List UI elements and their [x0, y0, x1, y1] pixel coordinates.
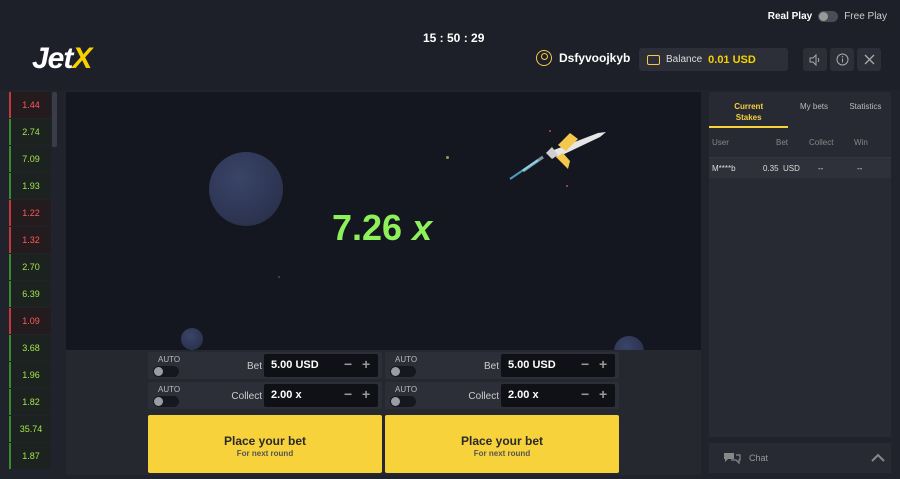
bet-row: AUTO Bet 5.00 USD − +	[385, 352, 619, 379]
bet-amount-input[interactable]: 5.00 USD	[501, 354, 615, 377]
stake-bet: 0.35	[763, 164, 779, 173]
history-multiplier: 1.32	[9, 227, 51, 253]
auto-label: AUTO	[395, 385, 418, 394]
jetx-logo: JetX	[32, 42, 92, 75]
decrease-bet-button[interactable]: −	[581, 356, 589, 372]
star	[566, 185, 568, 187]
planet-small	[181, 328, 203, 350]
auto-collect-toggle[interactable]	[390, 396, 416, 407]
collect-multiplier-input[interactable]: 2.00 x	[264, 384, 378, 407]
current-multiplier: 7.26 x	[332, 207, 433, 248]
bet-amount-input[interactable]: 5.00 USD	[264, 354, 378, 377]
top-bar: JetX 15 : 50 : 29 Real Play Free Play Ds…	[0, 0, 900, 90]
stake-collect: --	[818, 164, 824, 173]
history-multiplier: 1.96	[9, 362, 51, 388]
increase-collect-button[interactable]: +	[599, 386, 607, 402]
auto-collect-toggle[interactable]	[153, 396, 179, 407]
auto-bet-toggle[interactable]	[153, 366, 179, 377]
balance-box: Balance 0.01 USD	[639, 48, 788, 71]
increase-collect-button[interactable]: +	[362, 386, 370, 402]
history-scrollbar[interactable]	[52, 92, 57, 147]
col-win: Win	[854, 138, 868, 147]
auto-label: AUTO	[158, 355, 181, 364]
history-multiplier: 3.68	[9, 335, 51, 361]
planet-large	[209, 152, 283, 226]
bet-box-2: AUTO Bet 5.00 USD − + AUTO Collect 2.00 …	[385, 352, 619, 473]
bet-panel: AUTO Bet 5.00 USD − + AUTO Collect 2.00 …	[66, 350, 701, 475]
history-multiplier: 1.44	[9, 92, 51, 118]
tab-current-stakes[interactable]: Current Stakes	[709, 92, 789, 128]
wallet-icon	[647, 54, 660, 65]
history-multiplier: 1.87	[9, 443, 51, 469]
bet-box-1: AUTO Bet 5.00 USD − + AUTO Collect 2.00 …	[148, 352, 382, 473]
info-icon[interactable]	[830, 48, 854, 71]
collect-label: Collect	[468, 391, 499, 402]
place-bet-label: Place your bet	[460, 434, 544, 448]
stake-win: --	[857, 164, 863, 173]
play-mode-switch[interactable]: Real Play Free Play	[768, 11, 887, 22]
history-multiplier: 35.74	[9, 416, 51, 442]
col-collect: Collect	[809, 138, 834, 147]
stake-user: M****b	[712, 164, 736, 173]
close-icon[interactable]	[857, 48, 881, 71]
play-mode-toggle[interactable]	[818, 11, 839, 22]
history-multiplier: 7.09	[9, 146, 51, 172]
clock: 15 : 50 : 29	[423, 31, 485, 45]
chat-icon	[724, 453, 741, 465]
history-multiplier: 2.70	[9, 254, 51, 280]
free-play-label: Free Play	[844, 11, 887, 22]
table-row: M****b 0.35 USD -- --	[709, 158, 891, 178]
col-bet: Bet	[776, 138, 789, 147]
auto-label: AUTO	[395, 355, 418, 364]
place-bet-button[interactable]: Place your bet For next round	[148, 415, 382, 473]
history-multiplier: 1.82	[9, 389, 51, 415]
username: Dsfyvoojkyb	[559, 51, 631, 65]
multiplier-history: 1.44 2.74 7.09 1.93 1.22 1.32 2.70 6.39 1.09 3.68…	[9, 92, 51, 479]
star	[278, 276, 280, 278]
bet-label: Bet	[483, 361, 499, 372]
user-info: Dsfyvoojkyb	[536, 50, 630, 66]
decrease-bet-button[interactable]: −	[344, 356, 352, 372]
balance-value: 0.01 USD	[708, 53, 756, 66]
real-play-label: Real Play	[767, 11, 813, 22]
chat-label: Chat	[749, 453, 769, 463]
stakes-tabs: Current Stakes My bets Statistics	[709, 92, 891, 128]
jetx-game-app: JetX 15 : 50 : 29 Real Play Free Play Ds…	[0, 0, 900, 479]
history-multiplier: 6.39	[9, 281, 51, 307]
auto-bet-toggle[interactable]	[390, 366, 416, 377]
place-bet-sublabel: For next round	[473, 449, 531, 458]
auto-label: AUTO	[158, 385, 181, 394]
history-multiplier: 1.93	[9, 173, 51, 199]
bet-row: AUTO Bet 5.00 USD − +	[148, 352, 382, 379]
collect-row: AUTO Collect 2.00 x − +	[148, 382, 382, 409]
collect-row: AUTO Collect 2.00 x − +	[385, 382, 619, 409]
col-user: User	[712, 138, 729, 147]
chat-bar[interactable]: Chat	[709, 443, 891, 473]
collect-multiplier-input[interactable]: 2.00 x	[501, 384, 615, 407]
bet-label: Bet	[246, 361, 262, 372]
tab-my-bets[interactable]: My bets	[788, 92, 839, 128]
decrease-collect-button[interactable]: −	[581, 386, 589, 402]
place-bet-button[interactable]: Place your bet For next round	[385, 415, 619, 473]
chevron-up-icon[interactable]	[871, 453, 885, 462]
place-bet-label: Place your bet	[223, 434, 307, 448]
stake-currency: USD	[783, 164, 800, 173]
star	[446, 156, 449, 159]
tab-statistics[interactable]: Statistics	[840, 92, 891, 128]
decrease-collect-button[interactable]: −	[344, 386, 352, 402]
increase-bet-button[interactable]: +	[599, 356, 607, 372]
history-multiplier: 1.09	[9, 308, 51, 334]
user-icon	[536, 50, 552, 66]
jet-icon	[509, 132, 606, 180]
history-multiplier: 2.74	[9, 119, 51, 145]
game-area: 7.26 x	[66, 92, 701, 352]
balance-label: Balance	[666, 54, 703, 65]
increase-bet-button[interactable]: +	[362, 356, 370, 372]
history-multiplier: 1.22	[9, 200, 51, 226]
place-bet-sublabel: For next round	[236, 449, 294, 458]
speaker-icon[interactable]	[803, 48, 827, 71]
stakes-panel: Current Stakes My bets Statistics User B…	[709, 92, 891, 437]
collect-label: Collect	[231, 391, 262, 402]
stakes-header: User Bet Collect Win	[709, 128, 891, 158]
